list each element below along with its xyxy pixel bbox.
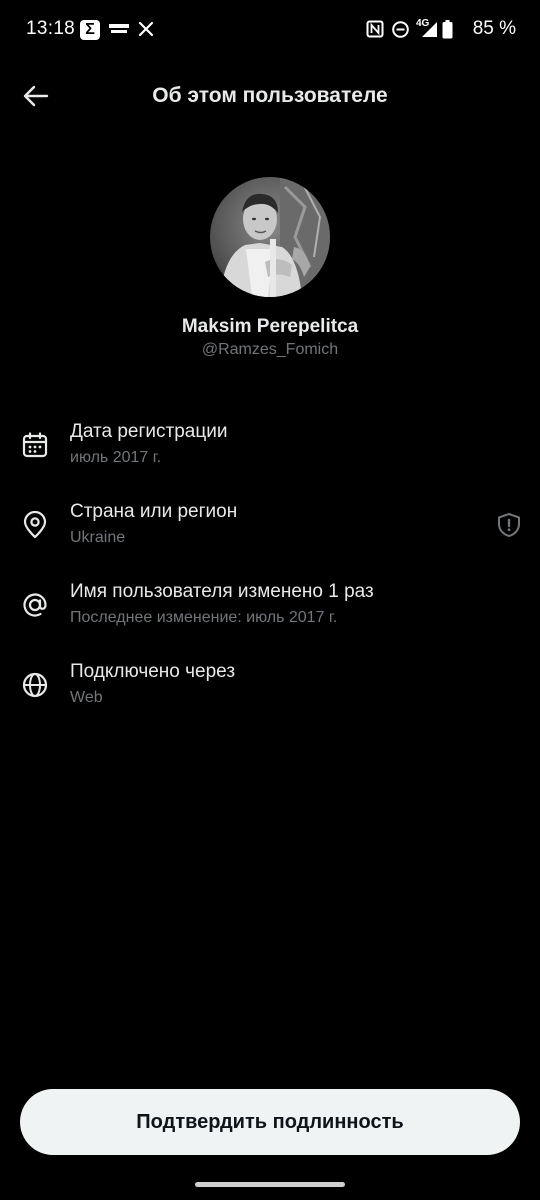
battery-percent: 85 % (472, 18, 516, 39)
username-changes-value: Последнее изменение: июль 2017 г. (70, 609, 338, 626)
registration-title: Дата регистрации (70, 421, 228, 442)
connected-via-title: Подключено через (70, 661, 236, 682)
battery-icon (442, 20, 453, 44)
username-changes-title: Имя пользователя изменено 1 раз (70, 581, 374, 602)
country-title: Страна или регион (70, 501, 238, 522)
nfc-icon (366, 20, 384, 43)
registration-row: Дата регистрации июль 2017 г. (0, 421, 540, 491)
connected-via-row: Подключено через Web (0, 661, 540, 731)
avatar[interactable] (210, 177, 330, 297)
x-app-icon (138, 21, 154, 42)
page-title: Об этом пользователе (152, 84, 388, 107)
signal-icon (420, 21, 438, 43)
verify-identity-button[interactable]: Подтвердить подлинность (20, 1089, 520, 1155)
username: @Ramzes_Fomich (201, 341, 339, 358)
shield-alert-icon[interactable] (496, 512, 522, 538)
country-value: Ukraine (70, 529, 126, 546)
status-time: 13:18 (26, 18, 76, 39)
globe-icon (21, 671, 49, 699)
calendar-icon (21, 431, 49, 459)
status-bar: 13:18 Σ 4G 85 % (0, 0, 540, 60)
country-row: Страна или регион Ukraine (0, 501, 540, 571)
status-right: 4G 85 % (366, 18, 516, 42)
at-sign-icon (21, 591, 49, 619)
location-pin-icon (21, 510, 49, 539)
sigma-app-icon: Σ (80, 20, 100, 40)
do-not-disturb-icon (392, 21, 409, 43)
display-name: Maksim Perepelitca (181, 316, 359, 337)
royal-match-icon (108, 22, 130, 39)
home-indicator[interactable] (195, 1182, 345, 1187)
connected-via-value: Web (70, 689, 103, 706)
username-changes-row: Имя пользователя изменено 1 раз Последне… (0, 581, 540, 651)
registration-value: июль 2017 г. (70, 449, 162, 466)
